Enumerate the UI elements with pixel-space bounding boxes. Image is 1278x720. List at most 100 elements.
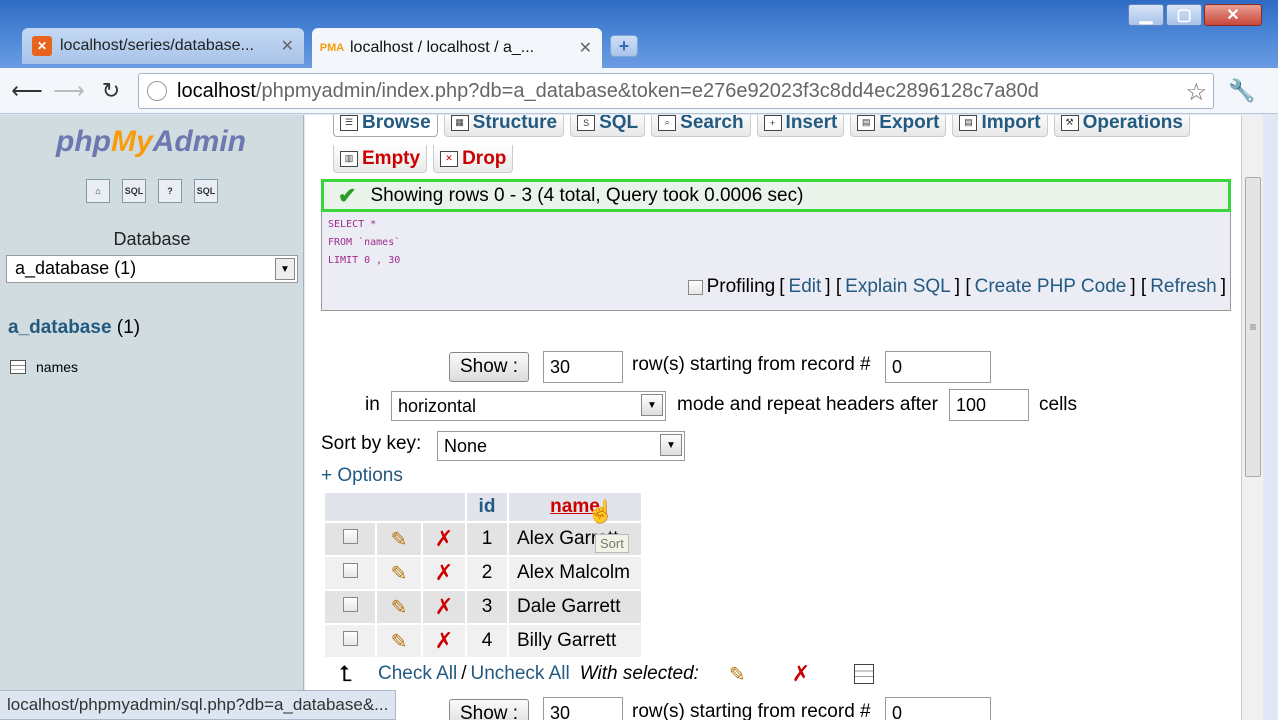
reload-icon[interactable]: ↻ [96, 76, 126, 106]
tab-drop[interactable]: ✕ Drop [433, 145, 514, 173]
repeat-headers-value: 100 [956, 394, 987, 415]
bookmark-star-icon[interactable]: ☆ [1185, 78, 1207, 107]
url-host: localhost [177, 79, 256, 102]
row-checkbox-cell[interactable] [325, 557, 375, 589]
browser-tab-series[interactable]: ✕ localhost/series/database... ✕ [22, 28, 304, 64]
tab-label: SQL [599, 115, 639, 133]
tab-export[interactable]: ▤ Export [850, 115, 947, 137]
row-checkbox-cell[interactable] [325, 625, 375, 657]
edit-pencil-icon[interactable]: ✎ [377, 523, 421, 555]
profiling-checkbox[interactable] [687, 279, 703, 295]
column-header-id[interactable]: id [467, 493, 507, 521]
column-header-name[interactable]: name [509, 493, 641, 521]
status-bar: localhost/phpmyadmin/sql.php?db=a_databa… [0, 690, 397, 720]
close-tab-icon[interactable]: ✕ [579, 38, 592, 58]
edit-link[interactable]: Edit [789, 276, 822, 298]
refresh-link[interactable]: Refresh [1150, 276, 1217, 298]
table-row: ✎ ✗ 2 Alex Malcolm [325, 557, 641, 589]
help-icon[interactable]: ? [158, 179, 182, 203]
tab-operations[interactable]: ⚒ Operations [1053, 115, 1190, 137]
delete-x-icon[interactable]: ✗ [423, 625, 465, 657]
drop-icon: ✕ [440, 150, 459, 167]
cells-label: cells [1039, 394, 1078, 415]
close-window-button[interactable]: ✕ [1204, 4, 1262, 26]
cell-name: Dale Garrett [509, 591, 641, 623]
cell-id: 2 [467, 557, 507, 589]
back-icon[interactable]: ⟵ [11, 76, 43, 106]
show-button-bottom[interactable]: Show : [449, 699, 529, 720]
row-checkbox[interactable] [342, 597, 358, 612]
sidebar-item-label: names [36, 359, 79, 375]
logo-admin: Admin [152, 125, 246, 158]
tab-import[interactable]: ▤ Import [952, 115, 1048, 137]
address-bar[interactable]: localhost/phpmyadmin/index.php?db=a_data… [138, 73, 1214, 109]
sql-icon[interactable]: SQL [122, 179, 146, 203]
tab-empty[interactable]: ▥ Empty [333, 145, 428, 173]
repeat-headers-input[interactable]: 100 [949, 389, 1029, 421]
sort-tooltip: Sort [595, 534, 629, 553]
with-selected-label: With selected: [579, 663, 699, 684]
minimize-button[interactable]: ▁ [1128, 4, 1164, 26]
edit-pencil-icon[interactable]: ✎ [377, 557, 421, 589]
bulk-delete-x-icon[interactable]: ✗ [792, 661, 810, 687]
cell-name: Billy Garrett [509, 625, 641, 657]
edit-pencil-icon[interactable]: ✎ [377, 625, 421, 657]
rows-input[interactable]: 30 [543, 351, 623, 383]
success-message: ✔ Showing rows 0 - 3 (4 total, Query too… [321, 179, 1231, 212]
docs-icon[interactable]: SQL [194, 179, 218, 203]
rows-input-bottom[interactable]: 30 [543, 697, 623, 720]
check-all-link[interactable]: Check All [378, 663, 457, 685]
url-path: /phpmyadmin/index.php?db=a_database&toke… [255, 79, 1039, 102]
row-checkbox-cell[interactable] [325, 523, 375, 555]
database-link[interactable]: a_database (1) [8, 317, 140, 339]
tab-browse[interactable]: ☰ Browse [333, 115, 438, 137]
success-text: Showing rows 0 - 3 (4 total, Query took … [370, 184, 804, 206]
quick-icons: ⌂ SQL ? SQL [86, 179, 218, 203]
sql-line: SELECT * [328, 219, 377, 230]
scrollbar-thumb[interactable]: ≡ [1245, 177, 1261, 477]
delete-x-icon[interactable]: ✗ [423, 591, 465, 623]
sort-by-key-select[interactable]: None ▼ [437, 431, 685, 461]
search-icon: ⌕ [658, 115, 677, 131]
show-button-label: Show : [459, 703, 519, 720]
operations-icon: ⚒ [1060, 115, 1079, 131]
start-record-input[interactable]: 0 [885, 351, 991, 383]
show-button[interactable]: Show : [449, 352, 529, 382]
home-icon[interactable]: ⌂ [86, 179, 110, 203]
wrench-icon[interactable]: 🔧 [1228, 78, 1255, 104]
new-tab-button[interactable]: + [610, 35, 638, 57]
bulk-export-icon[interactable] [854, 664, 875, 684]
edit-pencil-icon[interactable]: ✎ [377, 591, 421, 623]
explain-sql-link[interactable]: Explain SQL [845, 276, 951, 298]
sql-query-text: SELECT * FROM `names` LIMIT 0 , 30 [328, 216, 400, 270]
tab-insert[interactable]: + Insert [756, 115, 845, 137]
delete-x-icon[interactable]: ✗ [423, 557, 465, 589]
row-checkbox[interactable] [342, 529, 358, 544]
tab-sql[interactable]: S SQL [570, 115, 646, 137]
options-link[interactable]: + Options [321, 465, 403, 487]
database-select[interactable]: a_database (1) ▼ [6, 255, 298, 283]
sidebar-item-names[interactable]: names [10, 359, 78, 375]
insert-icon: + [763, 115, 782, 131]
bulk-edit-pencil-icon[interactable]: ✎ [729, 662, 746, 687]
rows-value: 30 [550, 356, 571, 377]
forward-icon[interactable]: ⟶ [53, 76, 85, 106]
chevron-down-icon: ▼ [660, 434, 682, 456]
browser-toolbar: ⟵ ⟶ ↻ localhost/phpmyadmin/index.php?db=… [0, 68, 1278, 114]
row-checkbox-cell[interactable] [325, 591, 375, 623]
browser-tab-phpmyadmin[interactable]: PMA localhost / localhost / a_... ✕ [312, 28, 602, 68]
row-checkbox[interactable] [342, 631, 358, 646]
tab-search[interactable]: ⌕ Search [651, 115, 751, 137]
bracket-open: [ [779, 276, 785, 297]
vertical-scrollbar[interactable]: ≡ [1241, 115, 1263, 720]
delete-x-icon[interactable]: ✗ [423, 523, 465, 555]
phpmyadmin-logo[interactable]: phpMyAdmin [56, 125, 246, 159]
uncheck-all-link[interactable]: Uncheck All [470, 663, 569, 685]
start-record-input-bottom[interactable]: 0 [885, 697, 991, 720]
tab-structure[interactable]: ▦ Structure [443, 115, 565, 137]
row-checkbox[interactable] [342, 563, 358, 578]
maximize-button[interactable]: ▢ [1166, 4, 1202, 26]
display-mode-select[interactable]: horizontal ▼ [391, 391, 666, 421]
create-php-code-link[interactable]: Create PHP Code [975, 276, 1127, 298]
close-tab-icon[interactable]: ✕ [281, 36, 294, 56]
